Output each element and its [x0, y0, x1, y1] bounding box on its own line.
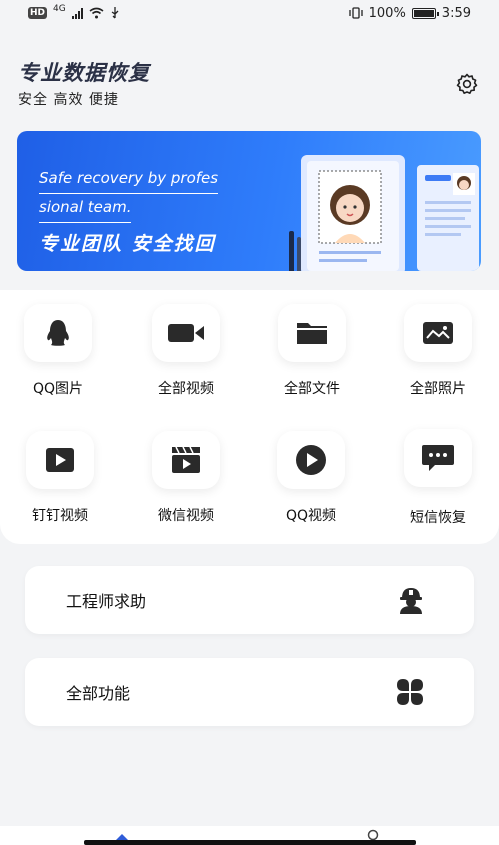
icon-box	[404, 304, 472, 362]
feature-label: 全部视频	[158, 381, 214, 397]
banner-english-text: Safe recovery by profes sional team.	[39, 165, 219, 223]
icon-box	[404, 429, 472, 487]
feature-all-videos[interactable]: 全部视频	[131, 304, 241, 414]
folder-icon	[297, 323, 327, 344]
status-bar: HD 4G 100% 3:59	[0, 0, 499, 26]
network-type: 4G	[53, 4, 66, 14]
play-box-icon	[46, 448, 74, 472]
feature-label: 钉钉视频	[32, 508, 88, 524]
battery-icon	[411, 7, 439, 19]
feature-label: 短信恢复	[410, 510, 466, 526]
feature-wechat-videos[interactable]: 微信视频	[131, 431, 241, 541]
banner-line-1: Safe recovery by profes	[39, 165, 219, 194]
banner-slogan: 专业团队 安全找回	[39, 233, 216, 255]
icon-box	[277, 431, 345, 489]
status-right: 100% 3:59	[348, 5, 471, 21]
icon-box	[152, 304, 220, 362]
home-indicator[interactable]	[84, 840, 416, 845]
video-camera-icon	[168, 324, 204, 342]
penguin-icon	[47, 320, 69, 346]
all-functions-card[interactable]: 全部功能	[25, 658, 474, 726]
settings-button[interactable]	[453, 70, 481, 98]
usb-icon	[111, 7, 119, 19]
feature-label: 全部文件	[284, 381, 340, 397]
clapperboard-icon	[172, 446, 200, 473]
message-icon	[422, 445, 454, 471]
banner-line-2: sional team.	[39, 194, 132, 223]
gear-icon	[456, 73, 478, 94]
promo-banner[interactable]: Safe recovery by profes sional team. 专业团…	[17, 131, 481, 271]
app-subtitle: 安全 高效 便捷	[18, 92, 119, 108]
four-petal-icon	[397, 679, 423, 705]
feature-sms-recovery[interactable]: 短信恢复	[383, 429, 493, 539]
signal-icon	[71, 7, 83, 19]
feature-label: 全部照片	[410, 381, 466, 397]
vibrate-icon	[348, 7, 363, 19]
id-card-illustration	[289, 155, 479, 271]
icon-box	[24, 304, 92, 362]
battery-level	[413, 9, 434, 17]
engineer-help-label: 工程师求助	[66, 592, 147, 611]
icon-box	[278, 304, 346, 362]
app-title: 专业数据恢复	[18, 61, 150, 85]
feature-dingtalk-videos[interactable]: 钉钉视频	[5, 431, 115, 541]
icon-box	[152, 431, 220, 489]
all-functions-label: 全部功能	[66, 684, 131, 703]
play-circle-icon	[296, 445, 326, 475]
feature-qq-photos[interactable]: QQ图片	[3, 304, 113, 414]
battery-percent: 100%	[368, 5, 406, 21]
hd-badge: HD	[28, 7, 48, 19]
feature-all-photos[interactable]: 全部照片	[383, 304, 493, 414]
feature-grid: QQ图片 全部视频 全部文件 全部照片 钉钉视频 微信视频 QQ视频 短信恢复	[0, 290, 499, 544]
feature-label: 微信视频	[158, 508, 214, 524]
engineer-icon	[400, 588, 422, 614]
wifi-icon	[89, 7, 104, 19]
icon-box	[26, 431, 94, 489]
clock: 3:59	[441, 5, 471, 21]
status-left: HD 4G	[28, 4, 120, 19]
engineer-help-card[interactable]: 工程师求助	[25, 566, 474, 634]
feature-all-files[interactable]: 全部文件	[257, 304, 367, 414]
feature-label: QQ图片	[32, 381, 84, 397]
image-icon	[423, 322, 453, 344]
feature-label: QQ视频	[285, 508, 337, 524]
feature-qq-videos[interactable]: QQ视频	[256, 431, 366, 541]
